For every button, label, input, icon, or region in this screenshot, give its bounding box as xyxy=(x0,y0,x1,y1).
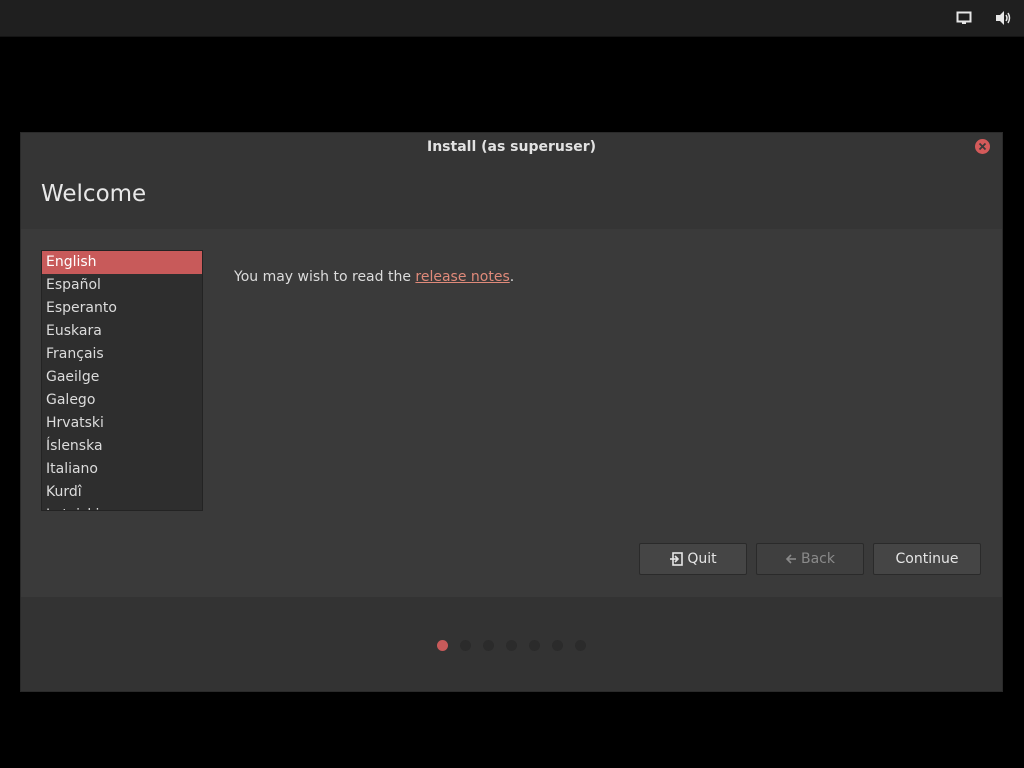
progress-dot xyxy=(506,640,517,651)
language-item[interactable]: Euskara xyxy=(42,320,202,343)
window-titlebar[interactable]: Install (as superuser) xyxy=(21,133,1002,161)
language-item[interactable]: Íslenska xyxy=(42,435,202,458)
language-item[interactable]: English xyxy=(42,251,202,274)
continue-label: Continue xyxy=(895,551,959,567)
language-item[interactable]: Gaeilge xyxy=(42,366,202,389)
page-title: Welcome xyxy=(41,181,147,207)
quit-button[interactable]: Quit xyxy=(639,543,747,575)
progress-dot xyxy=(575,640,586,651)
content-area: English Español Esperanto Euskara Français Ga… xyxy=(21,229,1002,597)
release-notes-text: You may wish to read the release notes. xyxy=(234,269,514,285)
language-item[interactable]: Español xyxy=(42,274,202,297)
installer-window: Install (as superuser) Welcome English Es… xyxy=(20,132,1003,692)
display-icon[interactable] xyxy=(955,9,973,27)
release-notes-link[interactable]: release notes xyxy=(415,269,509,285)
header-area: Welcome xyxy=(21,161,1002,229)
language-item[interactable]: Latviski xyxy=(42,504,202,510)
language-list[interactable]: English Español Esperanto Euskara Français Ga… xyxy=(41,250,203,511)
close-button[interactable] xyxy=(975,139,990,154)
window-title: Install (as superuser) xyxy=(427,139,596,155)
back-label: Back xyxy=(801,551,835,567)
quit-icon xyxy=(669,552,684,566)
top-panel xyxy=(0,0,1024,37)
language-item[interactable]: Français xyxy=(42,343,202,366)
language-item[interactable]: Esperanto xyxy=(42,297,202,320)
language-item[interactable]: Kurdî xyxy=(42,481,202,504)
release-notes-suffix: . xyxy=(509,269,515,285)
language-item[interactable]: Hrvatski xyxy=(42,412,202,435)
progress-dot xyxy=(483,640,494,651)
progress-dots xyxy=(437,640,598,651)
progress-dot xyxy=(460,640,471,651)
progress-dot xyxy=(529,640,540,651)
continue-button[interactable]: Continue xyxy=(873,543,981,575)
progress-dot xyxy=(552,640,563,651)
release-notes-prefix: You may wish to read the xyxy=(234,269,416,285)
language-item[interactable]: Italiano xyxy=(42,458,202,481)
progress-dot xyxy=(437,640,448,651)
close-icon xyxy=(978,142,987,151)
quit-label: Quit xyxy=(687,551,717,567)
volume-icon[interactable] xyxy=(994,9,1012,27)
arrow-left-icon xyxy=(785,553,797,565)
footer-area xyxy=(21,597,1002,691)
back-button[interactable]: Back xyxy=(756,543,864,575)
language-item[interactable]: Galego xyxy=(42,389,202,412)
